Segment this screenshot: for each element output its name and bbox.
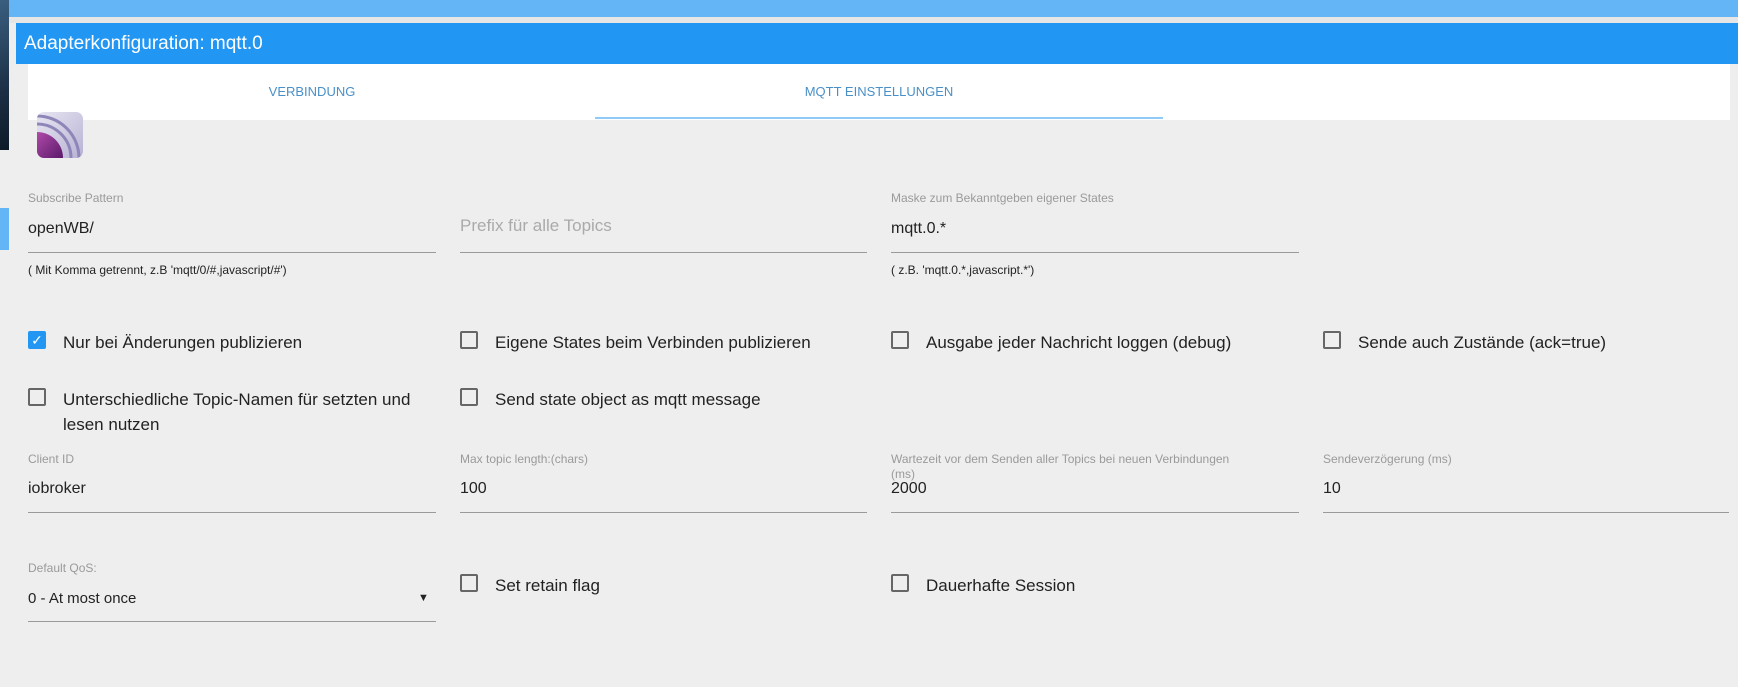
checkbox-label: Nur bei Änderungen publizieren xyxy=(63,333,303,352)
checkbox-persistent-session[interactable]: Dauerhafte Session xyxy=(891,573,1075,598)
tab-bar: VERBINDUNG MQTT EINSTELLUNGEN xyxy=(28,64,1730,120)
checkbox-box[interactable] xyxy=(1323,331,1341,349)
checkbox-label: Sende auch Zustände (ack=true) xyxy=(1358,333,1607,352)
subscribe-pattern-label: Subscribe Pattern xyxy=(28,191,124,205)
background-sidebar-strip xyxy=(0,0,9,150)
checkbox-only-changes[interactable]: ✓ Nur bei Änderungen publizieren xyxy=(28,330,302,355)
checkbox-retain-flag[interactable]: Set retain flag xyxy=(460,573,600,598)
subscribe-pattern-input[interactable]: openWB/ xyxy=(28,220,94,238)
client-id-input[interactable]: iobroker xyxy=(28,480,86,498)
active-tab-indicator xyxy=(595,117,1163,119)
dropdown-arrow-icon[interactable]: ▼ xyxy=(418,592,429,604)
checkbox-publish-own-states[interactable]: Eigene States beim Verbinden publizieren xyxy=(460,330,811,355)
checkbox-box[interactable] xyxy=(891,331,909,349)
top-app-bar xyxy=(0,0,1738,17)
checkmark-icon[interactable]: ✓ xyxy=(28,331,46,349)
sidebar-active-marker xyxy=(0,208,9,250)
wait-time-underline xyxy=(891,512,1299,513)
send-delay-input[interactable]: 10 xyxy=(1323,480,1341,498)
tab-verbindung[interactable]: VERBINDUNG xyxy=(28,64,596,120)
wait-time-unit-label: (ms) xyxy=(891,467,915,481)
client-id-label: Client ID xyxy=(28,452,75,466)
default-qos-label: Default QoS: xyxy=(28,561,97,575)
checkbox-different-topics[interactable]: Unterschiedliche Topic-Namen für setzten… xyxy=(28,387,428,437)
max-topic-length-label: Max topic length:(chars) xyxy=(460,452,589,466)
dialog-body xyxy=(9,23,1738,687)
subscribe-pattern-help: ( Mit Komma getrennt, z.B 'mqtt/0/#,java… xyxy=(28,263,287,277)
prefix-underline xyxy=(460,252,867,253)
default-qos-underline xyxy=(28,621,436,622)
checkbox-label: Dauerhafte Session xyxy=(926,576,1076,595)
checkbox-label: Send state object as mqtt message xyxy=(495,390,761,409)
wait-time-input[interactable]: 2000 xyxy=(891,480,927,498)
send-delay-underline xyxy=(1323,512,1729,513)
checkbox-box[interactable] xyxy=(28,388,46,406)
checkbox-box[interactable] xyxy=(460,574,478,592)
send-delay-label: Sendeverzögerung (ms) xyxy=(1323,452,1452,466)
checkbox-box[interactable] xyxy=(891,574,909,592)
checkbox-label: Ausgabe jeder Nachricht loggen (debug) xyxy=(926,333,1232,352)
checkbox-label: Eigene States beim Verbinden publizieren xyxy=(495,333,811,352)
checkbox-label: Set retain flag xyxy=(495,576,600,595)
subscribe-pattern-underline xyxy=(28,252,436,253)
prefix-input[interactable]: Prefix für alle Topics xyxy=(460,216,612,236)
mask-label: Maske zum Bekanntgeben eigener States xyxy=(891,191,1114,205)
checkbox-box[interactable] xyxy=(460,388,478,406)
mask-underline xyxy=(891,252,1299,253)
checkbox-label: Unterschiedliche Topic-Namen für setzten… xyxy=(63,390,411,434)
checkbox-state-object[interactable]: Send state object as mqtt message xyxy=(460,387,761,412)
default-qos-select[interactable]: 0 - At most once xyxy=(28,590,136,607)
mask-input[interactable]: mqtt.0.* xyxy=(891,220,946,238)
mask-help: ( z.B. 'mqtt.0.*,javascript.*') xyxy=(891,263,1035,277)
max-topic-length-underline xyxy=(460,512,867,513)
mqtt-logo-icon xyxy=(37,112,83,158)
checkbox-debug-log[interactable]: Ausgabe jeder Nachricht loggen (debug) xyxy=(891,330,1231,355)
checkbox-send-ack[interactable]: Sende auch Zustände (ack=true) xyxy=(1323,330,1606,355)
wait-time-label: Wartezeit vor dem Senden aller Topics be… xyxy=(891,452,1230,466)
tab-mqtt-einstellungen[interactable]: MQTT EINSTELLUNGEN xyxy=(595,64,1163,120)
max-topic-length-input[interactable]: 100 xyxy=(460,480,487,498)
checkbox-box[interactable] xyxy=(460,331,478,349)
dialog-title: Adapterkonfiguration: mqtt.0 xyxy=(16,23,1738,64)
client-id-underline xyxy=(28,512,436,513)
